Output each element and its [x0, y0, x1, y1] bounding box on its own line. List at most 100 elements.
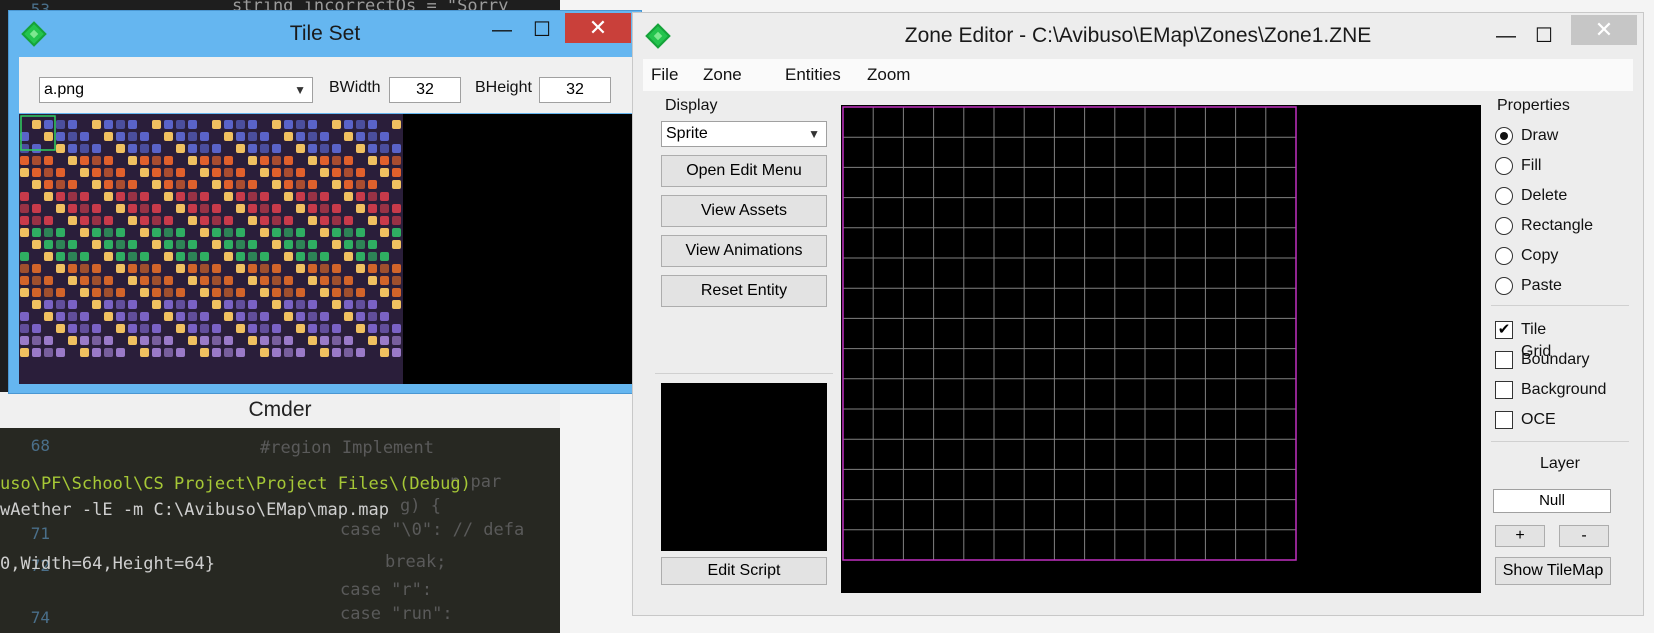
close-button[interactable]: ✕	[1571, 15, 1637, 45]
minimize-button[interactable]: —	[487, 17, 517, 43]
tile	[260, 348, 269, 357]
tile-sheet-image[interactable]	[19, 114, 403, 384]
display-select[interactable]: Sprite ▼	[661, 121, 827, 147]
tile	[92, 168, 101, 177]
tile	[224, 300, 233, 309]
menu-zone[interactable]: Zone	[703, 59, 742, 91]
tile	[104, 180, 113, 189]
tool-label: Fill	[1521, 157, 1542, 174]
cmder-window[interactable]: Cmder #region Implement 68 n par g) { 71…	[0, 392, 560, 633]
tile	[152, 336, 161, 345]
tile	[344, 252, 353, 261]
tile	[368, 252, 377, 261]
show-tilemap-button[interactable]: Show TileMap	[1495, 557, 1611, 585]
display-group-label: Display	[665, 97, 718, 114]
view-animations-button[interactable]: View Animations	[661, 235, 827, 267]
tile	[320, 264, 329, 273]
tile	[200, 264, 209, 273]
tile	[32, 348, 41, 357]
tile	[176, 348, 185, 357]
tile	[236, 204, 245, 213]
radio-circle[interactable]	[1495, 187, 1513, 205]
checkbox-box[interactable]	[1495, 381, 1513, 399]
checkbox-box[interactable]: ✔	[1495, 321, 1513, 339]
tile	[56, 192, 65, 201]
radio-circle[interactable]	[1495, 127, 1513, 145]
tile	[368, 156, 377, 165]
radio-circle[interactable]	[1495, 157, 1513, 175]
tileset-file-select[interactable]: a.png ▼	[39, 77, 313, 103]
tileset-titlebar[interactable]: Tile Set — ☐ ✕	[9, 11, 641, 57]
menu-file[interactable]: File	[651, 59, 678, 91]
tile	[116, 288, 125, 297]
maximize-button[interactable]: ☐	[527, 17, 557, 43]
tile	[320, 216, 329, 225]
view-assets-button[interactable]: View Assets	[661, 195, 827, 227]
tile	[152, 216, 161, 225]
tile	[116, 204, 125, 213]
menu-zoom[interactable]: Zoom	[867, 59, 910, 91]
tile	[368, 132, 377, 141]
tile	[248, 324, 257, 333]
tile	[140, 252, 149, 261]
radio-circle[interactable]	[1495, 247, 1513, 265]
tile	[284, 336, 293, 345]
tile	[236, 144, 245, 153]
radio-circle[interactable]	[1495, 217, 1513, 235]
tile	[104, 228, 113, 237]
tile	[344, 192, 353, 201]
checkbox-box[interactable]	[1495, 411, 1513, 429]
tile	[332, 276, 341, 285]
close-button[interactable]: ✕	[565, 13, 631, 43]
menu-entities[interactable]: Entities	[785, 59, 841, 91]
tile	[188, 120, 197, 129]
tile	[140, 204, 149, 213]
tile	[80, 144, 89, 153]
maximize-button[interactable]: ☐	[1529, 23, 1559, 49]
open-edit-menu-button[interactable]: Open Edit Menu	[661, 155, 827, 187]
tile	[152, 300, 161, 309]
tool-label: Delete	[1521, 187, 1568, 204]
tile	[212, 120, 221, 129]
tile	[224, 348, 233, 357]
tool-label: Paste	[1521, 277, 1562, 294]
console-output[interactable]: #region Implement 68 n par g) { 71 case …	[0, 428, 560, 633]
tile	[332, 156, 341, 165]
tile	[380, 252, 389, 261]
tile	[164, 132, 173, 141]
tile	[368, 276, 377, 285]
tile	[140, 348, 149, 357]
tile	[332, 288, 341, 297]
radio-circle[interactable]	[1495, 277, 1513, 295]
tile	[296, 252, 305, 261]
tile	[20, 204, 29, 213]
layer-add-button[interactable]: +	[1495, 525, 1545, 547]
tile	[224, 312, 233, 321]
tile	[344, 336, 353, 345]
bheight-label: BHeight	[475, 79, 532, 96]
reset-entity-button[interactable]: Reset Entity	[661, 275, 827, 307]
zone-map-canvas[interactable]	[841, 105, 1481, 593]
layer-remove-button[interactable]: -	[1559, 525, 1609, 547]
tile	[140, 132, 149, 141]
bheight-input[interactable]: 32	[539, 77, 611, 103]
tile	[392, 120, 401, 129]
zone-editor-titlebar[interactable]: Zone Editor - C:\Avibuso\EMap\Zones\Zone…	[633, 13, 1643, 59]
bwidth-input[interactable]: 32	[389, 77, 461, 103]
tileset-canvas[interactable]	[19, 114, 633, 384]
tile	[152, 276, 161, 285]
edit-script-button[interactable]: Edit Script	[661, 557, 827, 585]
checkbox-box[interactable]	[1495, 351, 1513, 369]
tileset-window[interactable]: Tile Set — ☐ ✕ a.png ▼ BWidth 32 BHeight…	[8, 10, 642, 394]
minimize-button[interactable]: —	[1491, 23, 1521, 49]
tile	[116, 264, 125, 273]
tile-grid[interactable]	[841, 105, 1481, 593]
code-line: #region Implement	[260, 438, 434, 458]
tile	[116, 132, 125, 141]
tile	[116, 300, 125, 309]
layer-input[interactable]: Null	[1493, 489, 1611, 513]
tile	[80, 252, 89, 261]
tile	[344, 168, 353, 177]
zone-editor-window[interactable]: Zone Editor - C:\Avibuso\EMap\Zones\Zone…	[632, 12, 1644, 616]
tile	[116, 192, 125, 201]
